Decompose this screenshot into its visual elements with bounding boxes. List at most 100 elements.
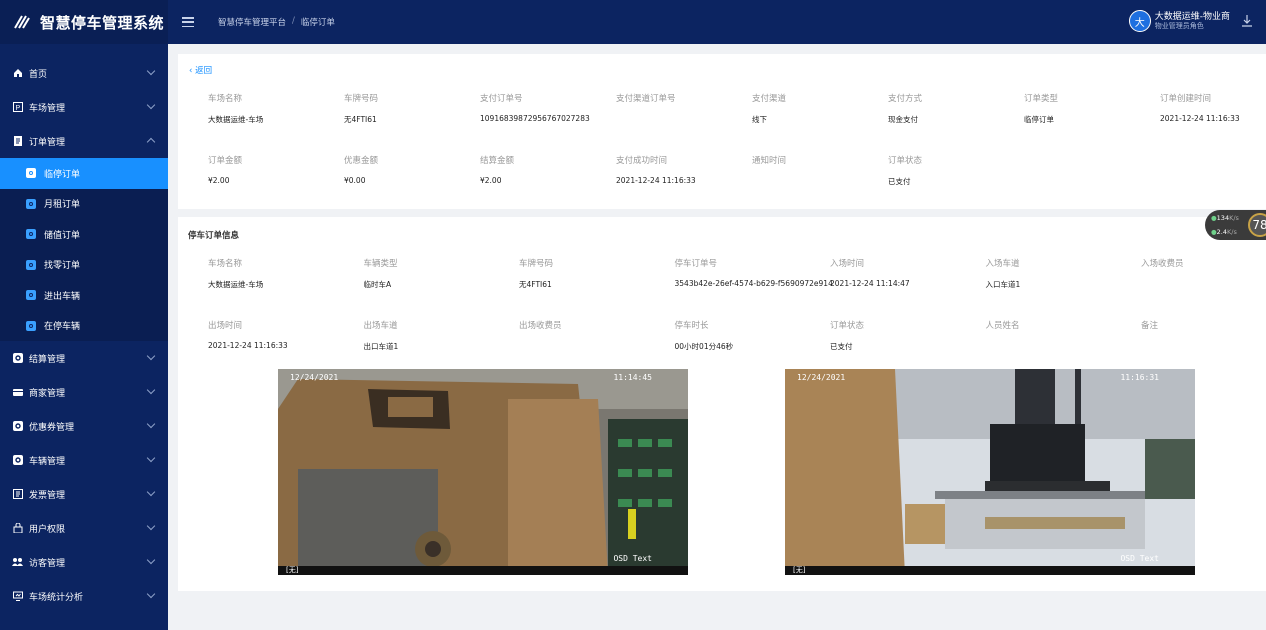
field-value: 3543b42e-26ef-4574-b629-f5690972e914 — [674, 279, 833, 288]
field-label: 支付渠道订单号 — [616, 94, 676, 104]
sidebar-item-invoice[interactable]: 发票管理 — [0, 477, 168, 511]
info-field: 车辆类型 临时车A — [364, 257, 398, 290]
user-menu[interactable]: 大 大数据运维-物业商 物业管理员角色 — [1128, 10, 1252, 32]
osd-date: 12/24/2021 — [290, 373, 339, 382]
field-value: 现金支付 — [888, 115, 918, 124]
info-field: 停车订单号 3543b42e-26ef-4574-b629-f5690972e91… — [675, 257, 833, 288]
logo[interactable]: 智慧停车管理系统 — [0, 0, 168, 44]
osd-time: 11:14:45 — [613, 373, 652, 382]
chevron-down-icon — [146, 351, 156, 361]
sidebar-item-label: 访客管理 — [29, 558, 66, 569]
sidebar-subitem-stored-orders[interactable]: 储值订单 — [0, 219, 168, 250]
field-value: 00小时01分46秒 — [674, 342, 734, 351]
sidebar-item-label: 结算管理 — [29, 354, 66, 365]
back-link[interactable]: ‹ 返回 — [189, 64, 212, 76]
download-speed: ●2.4K/s — [1211, 228, 1237, 236]
field-label: 停车订单号 — [674, 259, 718, 269]
sidebar-item-stats[interactable]: 车场统计分析 — [0, 579, 168, 613]
breadcrumb-home[interactable]: 智慧停车管理平台 — [218, 16, 286, 28]
field-value: 无4FTI61 — [519, 280, 552, 289]
order-info-card: ‹ 返回 车场名称 大数据运维-车场 车牌号码 无4FTI61 支付订单号 1091683… — [178, 54, 1266, 209]
sidebar-subitem-monthly-orders[interactable]: 月租订单 — [0, 188, 168, 219]
speed-gauge: 78 — [1248, 213, 1266, 237]
chevron-down-icon — [146, 419, 156, 429]
field-value: 10916839872956767027283 — [480, 114, 590, 123]
sidebar-item-label: 车场统计分析 — [29, 592, 84, 603]
menu-fold-icon[interactable] — [182, 17, 194, 27]
info-field: 车场名称 大数据运维-车场 — [208, 257, 263, 290]
sidebar-item-label: 车辆管理 — [29, 456, 66, 467]
field-label: 订单创建时间 — [1160, 94, 1212, 104]
sidebar-item-label: 用户权限 — [29, 524, 66, 535]
field-value: 线下 — [752, 115, 767, 124]
sidebar-item-settlement[interactable]: 结算管理 — [0, 341, 168, 375]
field-label: 车场名称 — [208, 94, 243, 104]
entry-snapshot[interactable]: 12/24/2021 11:14:45 OSD Text [无] — [278, 369, 688, 575]
field-value: 2021-12-24 11:16:33 — [208, 341, 288, 350]
sidebar-item-merchant[interactable]: 商家管理 — [0, 375, 168, 409]
invoice-icon — [12, 489, 23, 500]
order-sub-icon — [26, 320, 36, 331]
visitor-icon — [12, 557, 23, 568]
osd-time: 11:16:31 — [1120, 373, 1159, 382]
chevron-down-icon — [146, 555, 156, 565]
merchant-icon — [12, 387, 23, 398]
chevron-down-icon — [146, 66, 156, 76]
sidebar-item-visitor[interactable]: 访客管理 — [0, 545, 168, 579]
breadcrumb-separator: / — [292, 16, 295, 26]
field-value: 2021-12-24 11:16:33 — [616, 176, 696, 185]
sidebar-item-parking[interactable]: P 车场管理 — [0, 90, 168, 124]
info-field: 出场车道出口车道1 — [364, 319, 399, 352]
field-label: 入场收费员 — [1141, 259, 1184, 269]
info-field: 入场收费员 — [1141, 257, 1184, 279]
order-sub-icon — [26, 259, 36, 270]
info-field: 订单状态 已支付 — [830, 319, 864, 352]
field-label: 订单状态 — [830, 321, 865, 331]
sidebar-subitem-label: 进出车辆 — [44, 291, 81, 302]
sidebar-item-orders[interactable]: 订单管理 — [0, 124, 168, 158]
field-label: 车场名称 — [208, 259, 243, 269]
sidebar-item-coupon[interactable]: 优惠券管理 — [0, 409, 168, 443]
download-icon[interactable] — [1242, 15, 1252, 27]
sidebar-item-permissions[interactable]: 用户权限 — [0, 511, 168, 545]
info-field: 支付渠道 线下 — [752, 92, 786, 125]
sidebar-item-label: 发票管理 — [29, 490, 66, 501]
breadcrumb-current: 临停订单 — [300, 18, 335, 28]
network-speed-widget[interactable]: ●134K/s ●2.4K/s 78 — [1205, 210, 1266, 240]
home-icon — [12, 68, 23, 79]
field-label: 出场车道 — [363, 321, 398, 331]
field-label: 订单状态 — [888, 156, 923, 166]
chevron-down-icon — [146, 521, 156, 531]
upload-speed: ●134K/s — [1211, 214, 1239, 222]
coupon-icon — [12, 421, 23, 432]
field-label: 入场车道 — [985, 259, 1020, 269]
info-field: 通知时间 — [752, 154, 786, 176]
osd-footer: [无] — [278, 566, 688, 575]
field-label: 人员姓名 — [985, 321, 1020, 331]
field-value: 出口车道1 — [363, 342, 399, 351]
field-value: ¥2.00 — [208, 176, 230, 185]
chevron-up-icon — [146, 137, 156, 147]
info-field: 支付方式 现金支付 — [888, 92, 922, 125]
info-field: 订单类型 临停订单 — [1024, 92, 1058, 125]
info-field: 车场名称大数据运维-车场 — [208, 92, 263, 125]
lock-icon — [12, 523, 23, 534]
field-label: 入场时间 — [830, 259, 865, 269]
field-value: 大数据运维-车场 — [208, 115, 264, 124]
sidebar-subitem-parked-vehicles[interactable]: 在停车辆 — [0, 310, 168, 341]
stats-icon — [12, 591, 23, 602]
field-label: 支付成功时间 — [616, 156, 668, 166]
entry-snapshot-image — [278, 369, 688, 575]
sidebar-item-home[interactable]: 首页 — [0, 56, 168, 90]
sidebar-subitem-label: 在停车辆 — [44, 322, 81, 333]
sidebar-item-label: 首页 — [29, 69, 48, 80]
sidebar-subitem-change-orders[interactable]: 找零订单 — [0, 249, 168, 280]
info-field: 订单金额 ¥2.00 — [208, 154, 242, 185]
field-label: 结算金额 — [480, 156, 515, 166]
info-field: 人员姓名 — [986, 319, 1020, 341]
info-field: 支付订单号 10916839872956767027283 — [480, 92, 590, 123]
sidebar-subitem-temp-orders[interactable]: 临停订单 — [0, 158, 168, 189]
sidebar-item-vehicle[interactable]: 车辆管理 — [0, 443, 168, 477]
exit-snapshot[interactable]: 12/24/2021 11:16:31 OSD Text [无] — [785, 369, 1195, 575]
sidebar-subitem-in-out-vehicles[interactable]: 进出车辆 — [0, 280, 168, 311]
